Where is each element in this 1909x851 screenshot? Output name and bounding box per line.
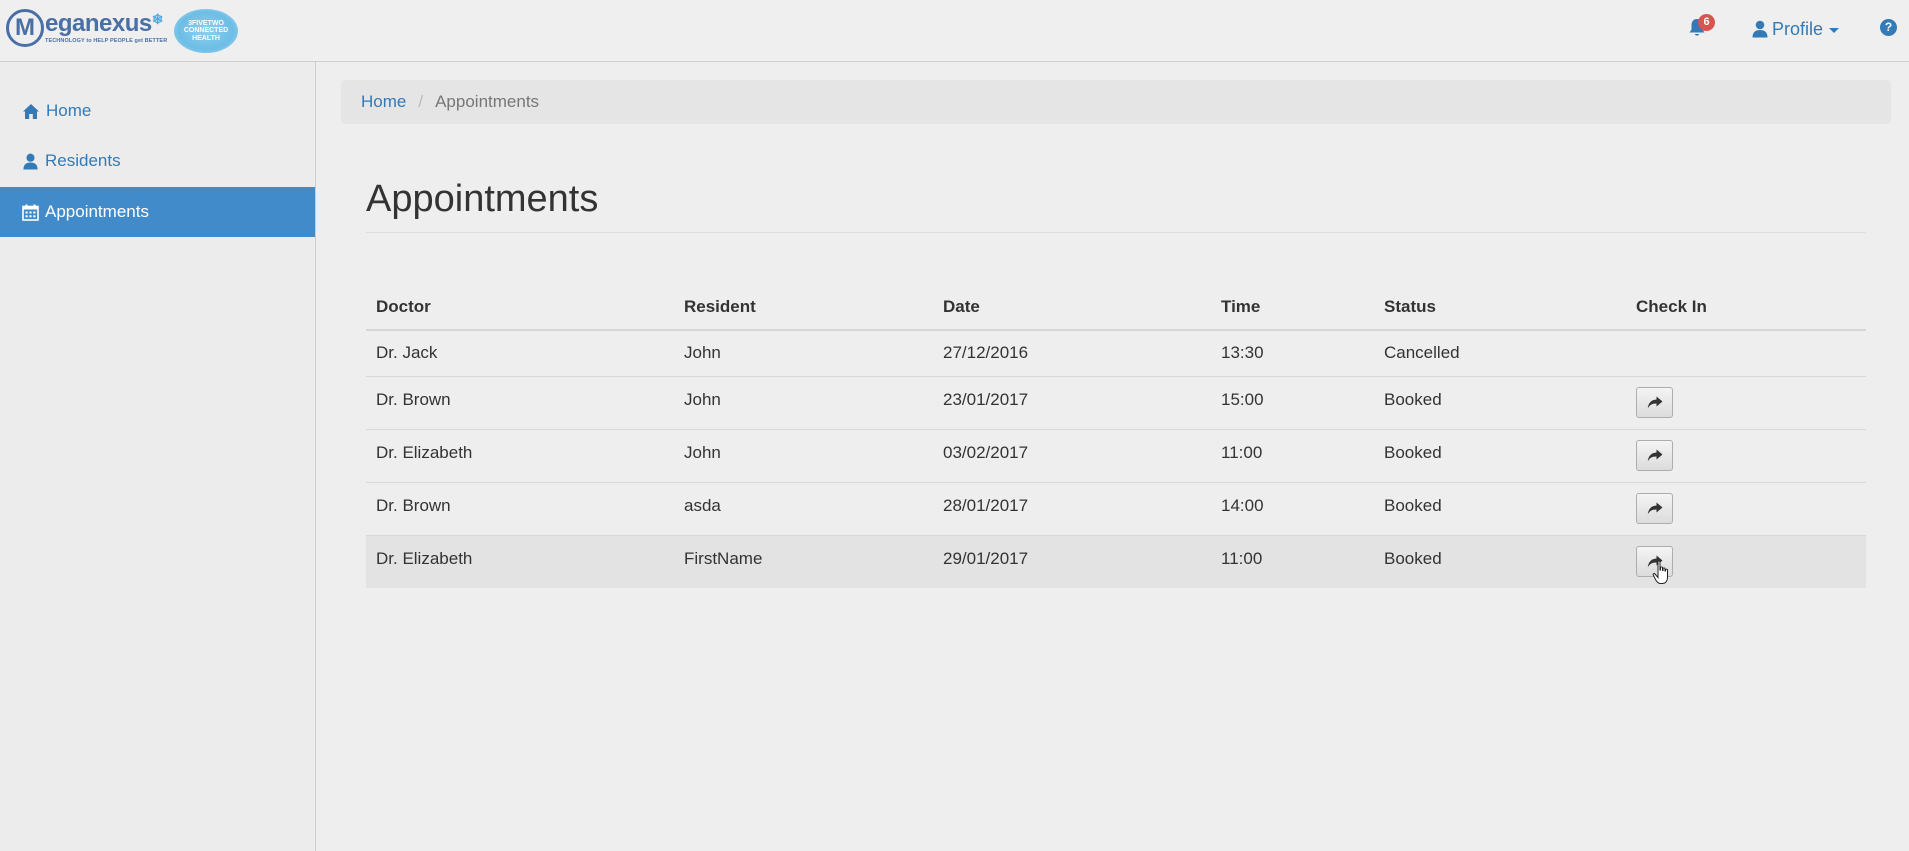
cell-resident: John xyxy=(674,428,933,482)
cell-doctor: Dr. Brown xyxy=(366,481,674,535)
calendar-icon xyxy=(22,204,39,221)
cell-status: Booked xyxy=(1374,534,1626,588)
sidebar-item-label: Home xyxy=(46,101,92,120)
column-header-status[interactable]: Status xyxy=(1374,284,1626,331)
cell-check-in xyxy=(1626,329,1866,376)
appointments-table: Doctor Resident Date Time Status Check I… xyxy=(366,284,1866,588)
table-row: Dr. Elizabeth FirstName 29/01/2017 11:00… xyxy=(366,534,1866,588)
snowflake-icon: ❄ xyxy=(151,10,164,27)
cell-date: 23/01/2017 xyxy=(933,375,1211,429)
meganexus-logo[interactable]: M eganexus❄ TECHNOLOGY to HELP PEOPLE ge… xyxy=(6,8,167,48)
column-header-check-in[interactable]: Check In xyxy=(1626,284,1866,331)
profile-label: Profile xyxy=(1772,18,1824,39)
cell-date: 29/01/2017 xyxy=(933,534,1211,588)
sidebar-item-residents[interactable]: Residents xyxy=(0,136,315,186)
cell-time: 13:30 xyxy=(1211,329,1374,376)
breadcrumb-home-link[interactable]: Home xyxy=(361,92,406,112)
table-row: Dr. Brown John 23/01/2017 15:00 Booked xyxy=(366,375,1866,429)
share-arrow-icon xyxy=(1647,449,1662,462)
top-navbar: M eganexus❄ TECHNOLOGY to HELP PEOPLE ge… xyxy=(0,0,1909,62)
logo-brand: eganexus xyxy=(45,9,152,37)
cell-doctor: Dr. Elizabeth xyxy=(366,534,674,588)
table-row: Dr. Jack John 27/12/2016 13:30 Cancelled xyxy=(366,329,1866,376)
cell-status: Booked xyxy=(1374,481,1626,535)
sidebar: Home Residents Appointments xyxy=(0,62,316,851)
cell-resident: John xyxy=(674,375,933,429)
sidebar-item-appointments[interactable]: Appointments xyxy=(0,187,315,237)
cell-check-in xyxy=(1626,428,1866,482)
profile-dropdown[interactable]: Profile xyxy=(1752,17,1840,41)
cell-check-in xyxy=(1626,534,1866,588)
check-in-button[interactable] xyxy=(1636,440,1673,471)
cell-doctor: Dr. Brown xyxy=(366,375,674,429)
connected-health-logo: 3FIVETWO CONNECTED HEALTH xyxy=(174,9,238,53)
check-in-button[interactable] xyxy=(1636,546,1673,578)
caret-down-icon xyxy=(1829,27,1840,33)
share-arrow-icon xyxy=(1647,502,1662,515)
cell-status: Cancelled xyxy=(1374,329,1626,376)
breadcrumb-separator: / xyxy=(418,92,424,111)
cell-date: 27/12/2016 xyxy=(933,329,1211,376)
cell-time: 14:00 xyxy=(1211,481,1374,535)
notifications-button[interactable]: 6 xyxy=(1688,14,1724,44)
column-header-resident[interactable]: Resident xyxy=(674,284,933,331)
notification-count-badge: 6 xyxy=(1698,14,1715,31)
logo-m-mark: M xyxy=(6,9,44,47)
title-divider xyxy=(366,232,1866,233)
table-row: Dr. Elizabeth John 03/02/2017 11:00 Book… xyxy=(366,428,1866,482)
check-in-button[interactable] xyxy=(1636,493,1673,524)
user-icon xyxy=(1752,20,1768,38)
column-header-date[interactable]: Date xyxy=(933,284,1211,331)
breadcrumb: Home / Appointments xyxy=(341,80,1891,124)
logo-tagline: TECHNOLOGY to HELP PEOPLE get BETTER xyxy=(45,37,168,44)
table-row: Dr. Brown asda 28/01/2017 14:00 Booked xyxy=(366,481,1866,535)
cell-time: 15:00 xyxy=(1211,375,1374,429)
share-arrow-icon xyxy=(1647,555,1662,568)
cell-time: 11:00 xyxy=(1211,428,1374,482)
cell-check-in xyxy=(1626,481,1866,535)
column-header-time[interactable]: Time xyxy=(1211,284,1374,331)
breadcrumb-current: Appointments xyxy=(435,92,540,111)
question-circle-icon[interactable]: ? xyxy=(1880,19,1897,36)
page-title: Appointments xyxy=(366,178,599,220)
cell-time: 11:00 xyxy=(1211,534,1374,588)
column-header-doctor[interactable]: Doctor xyxy=(366,284,674,331)
share-arrow-icon xyxy=(1647,396,1662,409)
cell-date: 03/02/2017 xyxy=(933,428,1211,482)
sidebar-item-label: Residents xyxy=(45,151,121,170)
user-icon xyxy=(23,153,38,170)
home-icon xyxy=(23,103,39,119)
cell-resident: John xyxy=(674,329,933,376)
cell-resident: asda xyxy=(674,481,933,535)
cell-doctor: Dr. Elizabeth xyxy=(366,428,674,482)
table-header-row: Doctor Resident Date Time Status Check I… xyxy=(366,284,1866,331)
cell-doctor: Dr. Jack xyxy=(366,329,674,376)
sidebar-item-label: Appointments xyxy=(45,202,149,221)
cell-resident: FirstName xyxy=(674,534,933,588)
sidebar-item-home[interactable]: Home xyxy=(0,86,315,136)
cell-status: Booked xyxy=(1374,428,1626,482)
check-in-button[interactable] xyxy=(1636,387,1673,418)
cell-date: 28/01/2017 xyxy=(933,481,1211,535)
cell-status: Booked xyxy=(1374,375,1626,429)
cell-check-in xyxy=(1626,375,1866,429)
